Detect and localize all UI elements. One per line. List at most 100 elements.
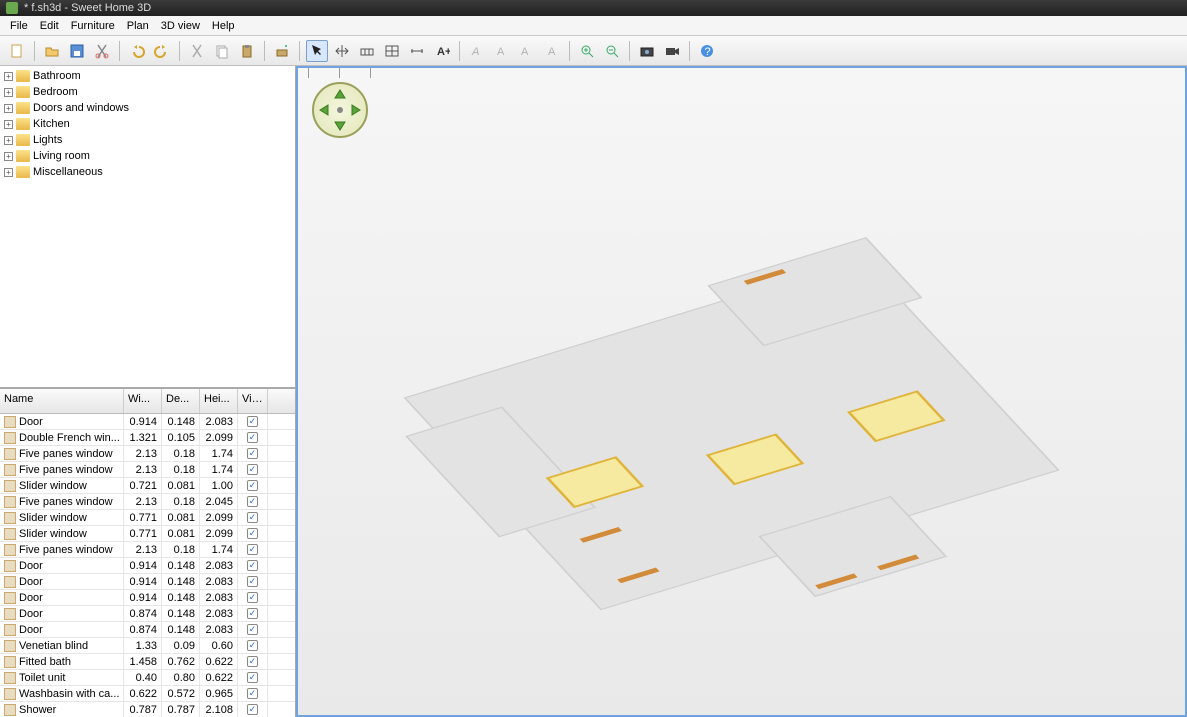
- visible-checkbox[interactable]: ✓: [247, 608, 258, 619]
- cell-visible[interactable]: ✓: [238, 686, 268, 701]
- visible-checkbox[interactable]: ✓: [247, 416, 258, 427]
- cell-visible[interactable]: ✓: [238, 702, 268, 717]
- menu-3d-view[interactable]: 3D view: [155, 18, 206, 34]
- visible-checkbox[interactable]: ✓: [247, 432, 258, 443]
- undo-icon[interactable]: [126, 40, 148, 62]
- create-rooms-icon[interactable]: [381, 40, 403, 62]
- visible-checkbox[interactable]: ✓: [247, 640, 258, 651]
- visible-checkbox[interactable]: ✓: [247, 448, 258, 459]
- catalog-category[interactable]: +Living room: [0, 148, 295, 164]
- catalog-category[interactable]: +Doors and windows: [0, 100, 295, 116]
- catalog-category[interactable]: +Kitchen: [0, 116, 295, 132]
- catalog-category[interactable]: +Bedroom: [0, 84, 295, 100]
- table-row[interactable]: Slider window0.7710.0812.099✓: [0, 526, 295, 542]
- cell-visible[interactable]: ✓: [238, 574, 268, 589]
- table-row[interactable]: Door0.9140.1482.083✓: [0, 590, 295, 606]
- cell-visible[interactable]: ✓: [238, 590, 268, 605]
- select-icon[interactable]: [306, 40, 328, 62]
- cell-visible[interactable]: ✓: [238, 462, 268, 477]
- table-row[interactable]: Toilet unit0.400.800.622✓: [0, 670, 295, 686]
- visible-checkbox[interactable]: ✓: [247, 512, 258, 523]
- menu-furniture[interactable]: Furniture: [65, 18, 121, 34]
- cell-visible[interactable]: ✓: [238, 606, 268, 621]
- cell-visible[interactable]: ✓: [238, 414, 268, 429]
- table-row[interactable]: Slider window0.7710.0812.099✓: [0, 510, 295, 526]
- help-icon[interactable]: ?: [696, 40, 718, 62]
- expand-icon[interactable]: +: [4, 120, 13, 129]
- cut-icon[interactable]: [91, 40, 113, 62]
- column-visible[interactable]: Visi...: [238, 389, 268, 413]
- redo-icon[interactable]: [151, 40, 173, 62]
- visible-checkbox[interactable]: ✓: [247, 704, 258, 715]
- table-row[interactable]: Five panes window2.130.181.74✓: [0, 462, 295, 478]
- expand-icon[interactable]: +: [4, 168, 13, 177]
- visible-checkbox[interactable]: ✓: [247, 496, 258, 507]
- cell-visible[interactable]: ✓: [238, 430, 268, 445]
- copy-icon[interactable]: [211, 40, 233, 62]
- visible-checkbox[interactable]: ✓: [247, 576, 258, 587]
- catalog-category[interactable]: +Bathroom: [0, 68, 295, 84]
- column-height[interactable]: Hei...: [200, 389, 238, 413]
- menu-plan[interactable]: Plan: [121, 18, 155, 34]
- create-text-icon[interactable]: A+: [431, 40, 453, 62]
- visible-checkbox[interactable]: ✓: [247, 688, 258, 699]
- catalog-category[interactable]: +Miscellaneous: [0, 164, 295, 180]
- table-row[interactable]: Double French win...1.3210.1052.099✓: [0, 430, 295, 446]
- open-icon[interactable]: [41, 40, 63, 62]
- furniture-catalog-tree[interactable]: +Bathroom +Bedroom +Doors and windows +K…: [0, 66, 295, 388]
- column-name[interactable]: Name: [0, 389, 124, 413]
- text-size-down-icon[interactable]: A: [541, 40, 563, 62]
- 3d-navigation-compass[interactable]: [312, 82, 368, 138]
- menu-file[interactable]: File: [4, 18, 34, 34]
- column-width[interactable]: Wi...: [124, 389, 162, 413]
- visible-checkbox[interactable]: ✓: [247, 528, 258, 539]
- visible-checkbox[interactable]: ✓: [247, 592, 258, 603]
- video-icon[interactable]: [661, 40, 683, 62]
- cell-visible[interactable]: ✓: [238, 654, 268, 669]
- cell-visible[interactable]: ✓: [238, 638, 268, 653]
- pan-icon[interactable]: [331, 40, 353, 62]
- expand-icon[interactable]: +: [4, 88, 13, 97]
- table-row[interactable]: Door0.8740.1482.083✓: [0, 622, 295, 638]
- visible-checkbox[interactable]: ✓: [247, 672, 258, 683]
- table-row[interactable]: Washbasin with ca...0.6220.5720.965✓: [0, 686, 295, 702]
- zoom-out-icon[interactable]: [601, 40, 623, 62]
- create-dimensions-icon[interactable]: [406, 40, 428, 62]
- table-row[interactable]: Door0.8740.1482.083✓: [0, 606, 295, 622]
- table-row[interactable]: Door0.9140.1482.083✓: [0, 558, 295, 574]
- cell-visible[interactable]: ✓: [238, 510, 268, 525]
- expand-icon[interactable]: +: [4, 104, 13, 113]
- cut2-icon[interactable]: [186, 40, 208, 62]
- new-file-icon[interactable]: [6, 40, 28, 62]
- cell-visible[interactable]: ✓: [238, 622, 268, 637]
- table-body[interactable]: Door0.9140.1482.083✓Double French win...…: [0, 414, 295, 717]
- cell-visible[interactable]: ✓: [238, 558, 268, 573]
- text-size-up-icon[interactable]: A: [516, 40, 538, 62]
- cell-visible[interactable]: ✓: [238, 542, 268, 557]
- menu-help[interactable]: Help: [206, 18, 241, 34]
- visible-checkbox[interactable]: ✓: [247, 624, 258, 635]
- cell-visible[interactable]: ✓: [238, 670, 268, 685]
- add-furniture-icon[interactable]: [271, 40, 293, 62]
- table-row[interactable]: Shower0.7870.7872.108✓: [0, 702, 295, 717]
- zoom-in-icon[interactable]: [576, 40, 598, 62]
- table-row[interactable]: Door0.9140.1482.083✓: [0, 414, 295, 430]
- create-walls-icon[interactable]: [356, 40, 378, 62]
- table-row[interactable]: Fitted bath1.4580.7620.622✓: [0, 654, 295, 670]
- table-row[interactable]: Venetian blind1.330.090.60✓: [0, 638, 295, 654]
- 3d-viewport[interactable]: [296, 66, 1187, 717]
- cell-visible[interactable]: ✓: [238, 526, 268, 541]
- text-bold-icon[interactable]: A: [466, 40, 488, 62]
- visible-checkbox[interactable]: ✓: [247, 560, 258, 571]
- visible-checkbox[interactable]: ✓: [247, 464, 258, 475]
- photo-icon[interactable]: [636, 40, 658, 62]
- table-row[interactable]: Five panes window2.130.182.045✓: [0, 494, 295, 510]
- table-row[interactable]: Five panes window2.130.181.74✓: [0, 542, 295, 558]
- table-row[interactable]: Five panes window2.130.181.74✓: [0, 446, 295, 462]
- column-depth[interactable]: De...: [162, 389, 200, 413]
- catalog-category[interactable]: +Lights: [0, 132, 295, 148]
- expand-icon[interactable]: +: [4, 136, 13, 145]
- cell-visible[interactable]: ✓: [238, 494, 268, 509]
- visible-checkbox[interactable]: ✓: [247, 656, 258, 667]
- table-row[interactable]: Slider window0.7210.0811.00✓: [0, 478, 295, 494]
